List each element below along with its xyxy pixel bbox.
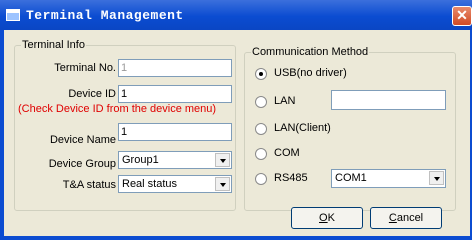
ok-mnemonic: O bbox=[319, 212, 328, 224]
lan-address-field[interactable] bbox=[331, 90, 446, 110]
radio-com[interactable] bbox=[255, 148, 267, 160]
chevron-down-icon[interactable] bbox=[429, 171, 444, 185]
radio-com-label[interactable]: COM bbox=[274, 147, 300, 159]
terminal-management-window: Terminal Management ✕ Terminal Info Term… bbox=[0, 0, 472, 240]
dialog-body: Terminal Info Terminal No. 1 Device ID 1… bbox=[4, 30, 470, 236]
ta-status-select[interactable]: Real status bbox=[118, 175, 232, 193]
radio-usb-label[interactable]: USB(no driver) bbox=[274, 67, 347, 79]
title-bar[interactable]: Terminal Management ✕ bbox=[0, 0, 472, 30]
ok-label-rest: K bbox=[327, 212, 335, 224]
device-group-select[interactable]: Group1 bbox=[118, 151, 232, 169]
ta-status-value: Real status bbox=[122, 178, 178, 190]
cancel-button[interactable]: Cancel bbox=[370, 207, 442, 229]
terminal-no-field[interactable]: 1 bbox=[118, 59, 232, 77]
terminal-no-label: Terminal No. bbox=[54, 62, 116, 74]
app-window-icon bbox=[6, 9, 20, 21]
window-frame-bottom bbox=[0, 236, 472, 240]
device-name-label: Device Name bbox=[49, 134, 116, 146]
radio-usb[interactable] bbox=[255, 68, 267, 80]
device-id-field[interactable]: 1 bbox=[118, 85, 232, 103]
cancel-label-rest: ancel bbox=[396, 212, 424, 224]
radio-rs485[interactable] bbox=[255, 173, 267, 185]
close-icon: ✕ bbox=[456, 7, 468, 23]
communication-method-legend: Communication Method bbox=[251, 46, 370, 58]
radio-lan-client-label[interactable]: LAN(Client) bbox=[274, 122, 331, 134]
device-group-value: Group1 bbox=[122, 154, 159, 166]
rs485-port-value: COM1 bbox=[335, 172, 367, 184]
ta-status-label: T&A status bbox=[62, 179, 116, 191]
ok-button[interactable]: OK bbox=[291, 207, 363, 229]
device-name-field[interactable]: 1 bbox=[118, 123, 232, 141]
radio-lan[interactable] bbox=[255, 96, 267, 108]
rs485-port-select[interactable]: COM1 bbox=[331, 169, 446, 188]
radio-lan-client[interactable] bbox=[255, 123, 267, 135]
cancel-mnemonic: C bbox=[388, 212, 397, 224]
chevron-down-icon[interactable] bbox=[215, 177, 230, 191]
device-group-label: Device Group bbox=[48, 158, 116, 170]
device-id-label: Device ID bbox=[68, 88, 116, 100]
radio-rs485-label[interactable]: RS485 bbox=[274, 172, 308, 184]
radio-lan-label[interactable]: LAN bbox=[274, 95, 295, 107]
close-button[interactable]: ✕ bbox=[452, 6, 472, 26]
chevron-down-icon[interactable] bbox=[215, 153, 230, 167]
device-id-hint: (Check Device ID from the device menu) bbox=[18, 103, 217, 115]
window-title: Terminal Management bbox=[26, 8, 184, 23]
terminal-info-legend: Terminal Info bbox=[21, 39, 86, 51]
